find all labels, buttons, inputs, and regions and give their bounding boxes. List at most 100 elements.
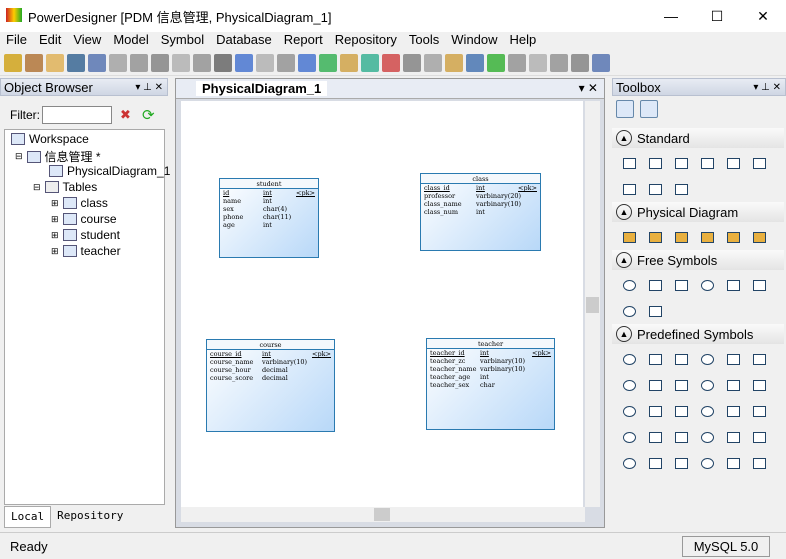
toolbar-button-icon[interactable]	[151, 53, 169, 72]
toolbox-tool-icon[interactable]	[642, 450, 668, 476]
toolbox-tool-icon[interactable]	[694, 150, 720, 176]
toolbox-tool-icon[interactable]	[746, 398, 772, 424]
toolbar-button-icon[interactable]	[130, 53, 148, 72]
tab-repository[interactable]: Repository	[51, 506, 129, 528]
toolbox-tool-icon[interactable]	[720, 224, 746, 250]
menu-report[interactable]: Report	[278, 32, 329, 50]
toolbox-tool-icon[interactable]	[642, 424, 668, 450]
toolbar-button-icon[interactable]	[298, 53, 316, 72]
column-row[interactable]: teacher_age int	[427, 373, 554, 381]
clear-filter-icon[interactable]: ✖	[120, 107, 131, 123]
toolbar-button-icon[interactable]	[256, 53, 274, 72]
toolbox-tool-icon[interactable]	[720, 150, 746, 176]
maximize-button[interactable]: ☐	[694, 0, 740, 32]
toolbox-tool-icon[interactable]	[668, 150, 694, 176]
table-student[interactable]: student id int <pk> name int sex char(4) phone ch…	[219, 178, 319, 258]
toolbox-tool-icon[interactable]	[616, 224, 642, 250]
scroll-thumb[interactable]	[374, 508, 390, 521]
toolbox-tool-icon[interactable]	[642, 176, 668, 202]
tree-item-table[interactable]: ⊞ teacher	[51, 244, 121, 258]
collapse-icon[interactable]: ▲	[616, 130, 632, 146]
toolbox-tool-icon[interactable]	[668, 450, 694, 476]
expand-icon[interactable]: ⊞	[51, 198, 59, 209]
expand-icon[interactable]: ⊞	[51, 214, 59, 225]
minimize-button[interactable]: —	[648, 0, 694, 32]
toolbox-tool-icon[interactable]	[668, 424, 694, 450]
toolbox-tool-icon[interactable]	[642, 372, 668, 398]
menu-file[interactable]: File	[0, 32, 33, 50]
toolbox-tool-icon[interactable]	[720, 424, 746, 450]
toolbox-tool-icon[interactable]	[746, 224, 772, 250]
toolbar-button-icon[interactable]	[235, 53, 253, 72]
menu-view[interactable]: View	[67, 32, 107, 50]
panel-close-icon[interactable]: ▾ ⊥ ✕	[753, 79, 785, 97]
toolbar-button-icon[interactable]	[466, 53, 484, 72]
toolbar-button-icon[interactable]	[424, 53, 442, 72]
column-row[interactable]: sex char(4)	[220, 205, 318, 213]
column-row[interactable]: teacher_id int <pk>	[427, 349, 554, 357]
tree-item-model[interactable]: ⊟ 信息管理 *	[15, 148, 101, 165]
toolbox-tool-icon[interactable]	[642, 272, 668, 298]
toolbox-tool-icon[interactable]	[668, 224, 694, 250]
column-row[interactable]: course_name varbinary(10)	[207, 358, 334, 366]
diagram-close-icon[interactable]: ▾ ✕	[579, 81, 598, 95]
column-row[interactable]: id int <pk>	[220, 189, 318, 197]
diagram-canvas[interactable]: student id int <pk> name int sex char(4) phone ch…	[181, 101, 583, 507]
toolbox-tool-icon[interactable]	[746, 372, 772, 398]
column-row[interactable]: phone char(11)	[220, 213, 318, 221]
column-row[interactable]: teacher_name varbinary(10)	[427, 365, 554, 373]
toolbar-button-icon[interactable]	[88, 53, 106, 72]
toolbar-button-icon[interactable]	[46, 53, 64, 72]
toolbar-button-icon[interactable]	[319, 53, 337, 72]
toolbox-tool-icon[interactable]	[642, 346, 668, 372]
toolbox-tool-icon[interactable]	[668, 372, 694, 398]
toolbar-button-icon[interactable]	[571, 53, 589, 72]
toolbox-tool-icon[interactable]	[746, 450, 772, 476]
tab-local[interactable]: Local	[4, 506, 52, 528]
close-button[interactable]: ✕	[740, 0, 786, 32]
toolbar-button-icon[interactable]	[172, 53, 190, 72]
toolbox-tool-icon[interactable]	[720, 346, 746, 372]
toolbar-button-icon[interactable]	[4, 53, 22, 72]
table-class[interactable]: class class_id int <pk> professor varbinary(2…	[420, 173, 541, 251]
column-row[interactable]: teacher_zc varbinary(10)	[427, 357, 554, 365]
toolbar-button-icon[interactable]	[109, 53, 127, 72]
toolbar-button-icon[interactable]	[382, 53, 400, 72]
toolbox-tool-icon[interactable]	[694, 450, 720, 476]
toolbox-tool-icon[interactable]	[720, 272, 746, 298]
refresh-icon[interactable]: ⟳	[142, 106, 155, 124]
menu-symbol[interactable]: Symbol	[155, 32, 210, 50]
expand-icon[interactable]: ⊞	[51, 246, 59, 257]
toolbox-tool-icon[interactable]	[694, 424, 720, 450]
tree-item-tables[interactable]: ⊟ Tables	[33, 180, 97, 194]
column-row[interactable]: name int	[220, 197, 318, 205]
toolbar-button-icon[interactable]	[529, 53, 547, 72]
toolbar-button-icon[interactable]	[193, 53, 211, 72]
list-view-icon[interactable]	[616, 100, 634, 118]
toolbox-tool-icon[interactable]	[616, 398, 642, 424]
toolbox-tool-icon[interactable]	[642, 398, 668, 424]
tab-physical-diagram[interactable]: PhysicalDiagram_1	[196, 81, 328, 96]
menu-tools[interactable]: Tools	[403, 32, 445, 50]
toolbar-button-icon[interactable]	[214, 53, 232, 72]
toolbox-section-predefined-symbols[interactable]: ▲ Predefined Symbols	[612, 324, 784, 344]
toolbox-tool-icon[interactable]	[720, 398, 746, 424]
toolbox-tool-icon[interactable]	[616, 298, 642, 324]
collapse-icon[interactable]: ▲	[616, 204, 632, 220]
panel-close-icon[interactable]: ▾ ⊥ ✕	[135, 79, 167, 97]
toolbox-tool-icon[interactable]	[668, 272, 694, 298]
table-course[interactable]: course course_id int <pk> course_name varbina…	[206, 339, 335, 432]
toolbar-button-icon[interactable]	[508, 53, 526, 72]
toolbar-button-icon[interactable]	[550, 53, 568, 72]
toolbox-tool-icon[interactable]	[746, 272, 772, 298]
toolbox-tool-icon[interactable]	[642, 150, 668, 176]
toolbar-button-icon[interactable]	[67, 53, 85, 72]
collapse-icon[interactable]: ▲	[616, 326, 632, 342]
column-row[interactable]: course_hour decimal	[207, 366, 334, 374]
table-teacher[interactable]: teacher teacher_id int <pk> teacher_zc varbin…	[426, 338, 555, 430]
tree-item-diagram[interactable]: PhysicalDiagram_1	[49, 164, 170, 178]
toolbox-tool-icon[interactable]	[694, 398, 720, 424]
toolbox-tool-icon[interactable]	[694, 272, 720, 298]
toolbox-tool-icon[interactable]	[616, 272, 642, 298]
toolbox-tool-icon[interactable]	[694, 346, 720, 372]
